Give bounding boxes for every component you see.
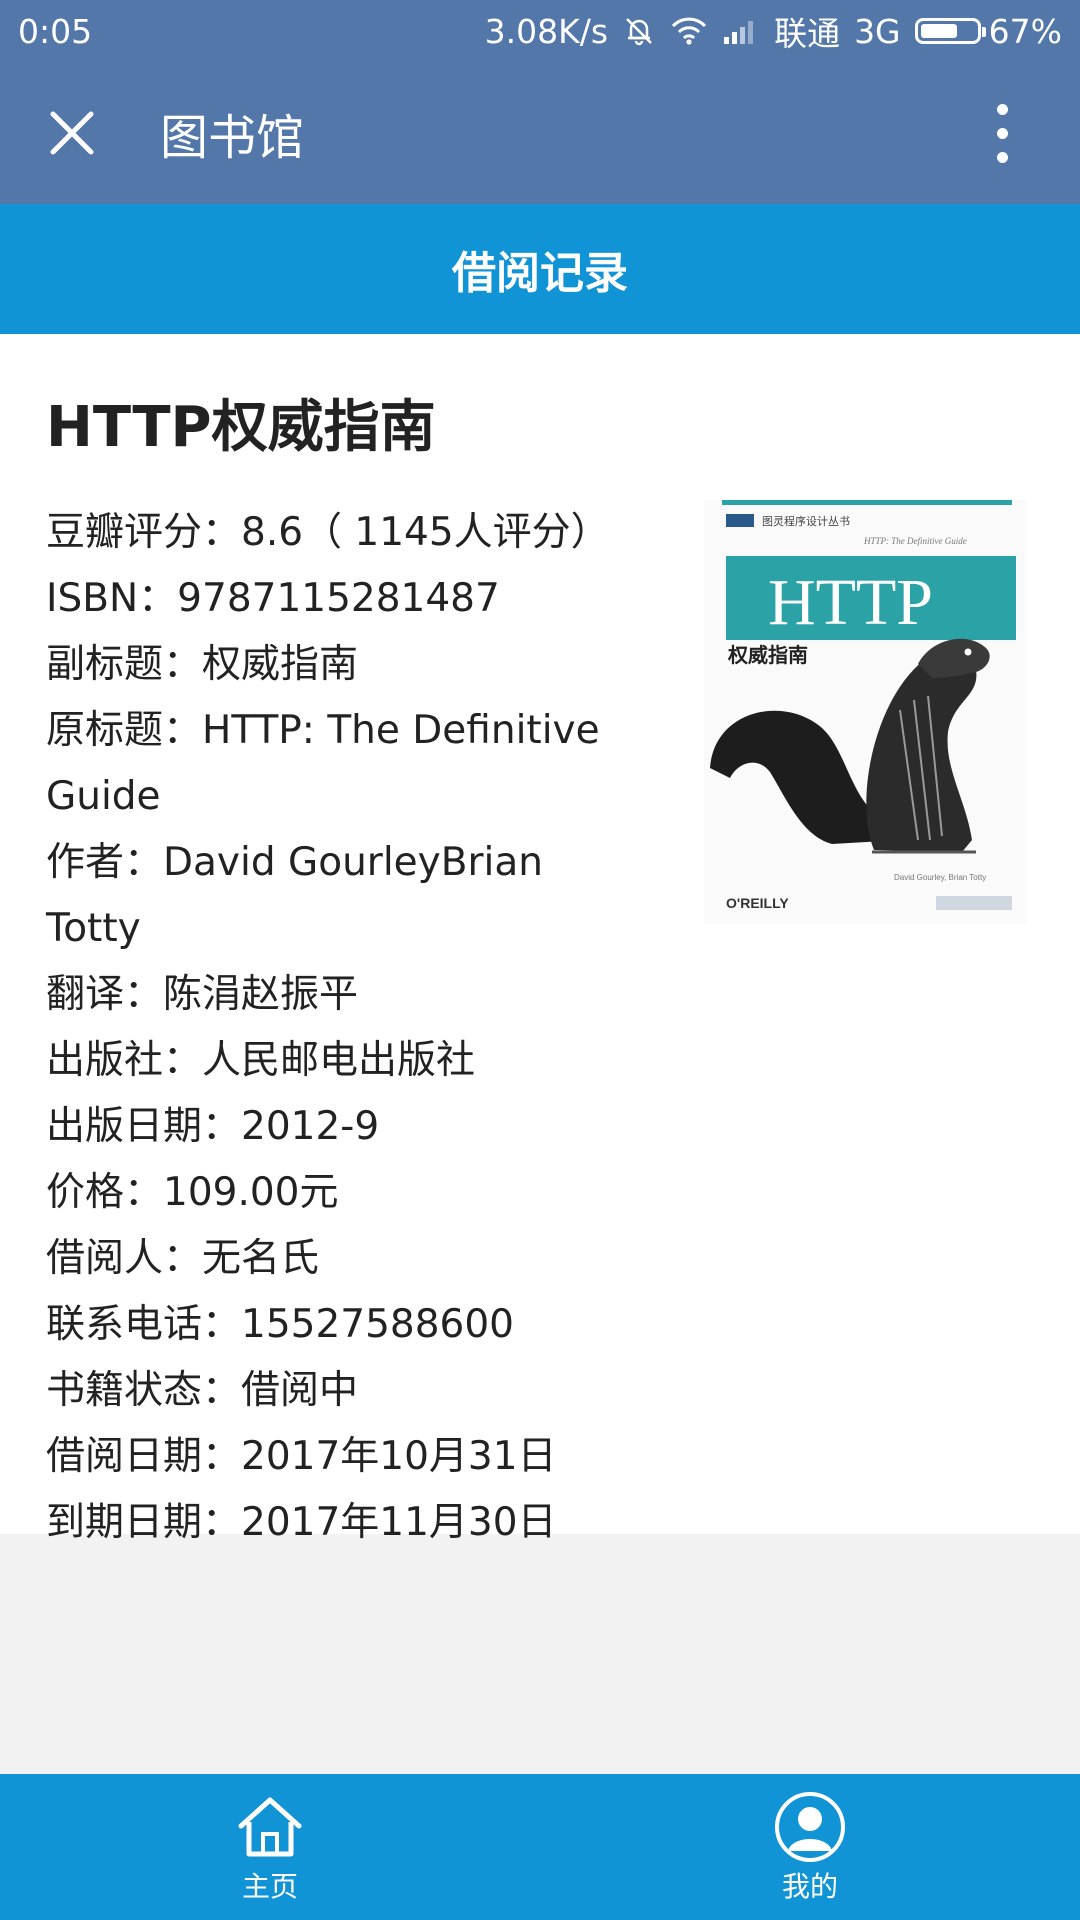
close-button[interactable] [36, 97, 108, 169]
network-speed: 3.08K/s [484, 11, 609, 51]
signal-icon [722, 17, 760, 45]
info-subtitle: 副标题：权威指南 [46, 642, 359, 687]
mute-bell-icon [622, 14, 656, 48]
battery-percent: 67% [988, 11, 1062, 51]
more-button[interactable] [972, 93, 1032, 173]
status-time: 0:05 [18, 11, 93, 51]
info-due-date: 到期日期：2017年11月30日 [46, 1500, 557, 1545]
cover-subtitle-en: HTTP: The Definitive Guide [863, 536, 967, 546]
battery-fill [920, 24, 957, 38]
user-icon [775, 1792, 845, 1862]
book-title: HTTP权威指南 [46, 395, 436, 460]
info-publish-date: 出版日期：2012-9 [46, 1104, 380, 1149]
app-title: 图书馆 [160, 110, 305, 166]
network-type: 3G [854, 11, 901, 51]
status-bar: 0:05 3.08K/s 联通 3G 67% [0, 0, 1080, 62]
info-borrower: 借阅人：无名氏 [46, 1236, 320, 1281]
status-right: 3.08K/s 联通 3G 67% [485, 7, 1062, 55]
battery-icon [914, 18, 986, 44]
carrier-name: 联通 [774, 14, 841, 53]
info-status: 书籍状态：借阅中 [46, 1368, 359, 1413]
home-icon [238, 1797, 302, 1857]
tab-profile[interactable]: 我的 [540, 1774, 1080, 1920]
book-card: HTTP权威指南 豆瓣评分：8.6（ 1145人评分） ISBN：9787115… [0, 334, 1080, 1545]
tab-profile-label: 我的 [781, 1870, 838, 1903]
info-translator: 翻译：陈涓赵振平 [46, 972, 359, 1017]
section-header: 借阅记录 [0, 204, 1080, 334]
wifi-icon [670, 16, 708, 46]
info-publisher: 出版社：人民邮电出版社 [46, 1038, 476, 1083]
bottom-tab-bar: 主页 我的 [0, 1774, 1080, 1920]
tab-home-label: 主页 [241, 1870, 298, 1903]
close-icon [50, 111, 94, 155]
more-vertical-icon [996, 103, 1008, 115]
cover-cn-title: 权威指南 [727, 643, 808, 667]
cover-publisher-logo: O'REILLY [726, 895, 789, 911]
info-phone: 联系电话：15527588600 [46, 1302, 514, 1347]
info-rating: 豆瓣评分：8.6（ 1145人评分） [46, 510, 610, 555]
info-price: 价格：109.00元 [46, 1170, 339, 1215]
svg-text:David Gourley, Brian Totty: David Gourley, Brian Totty [894, 873, 986, 882]
cover-series: 图灵程序设计丛书 [762, 514, 850, 528]
cover-word: HTTP [768, 566, 933, 639]
section-title: 借阅记录 [452, 248, 628, 299]
tab-home[interactable]: 主页 [0, 1774, 540, 1920]
book-info: 豆瓣评分：8.6（ 1145人评分） ISBN：9787115281487 副标… [46, 500, 646, 1556]
info-borrow-date: 借阅日期：2017年10月31日 [46, 1434, 557, 1479]
book-cover: 图灵程序设计丛书 HTTP: The Definitive Guide HTTP… [704, 500, 1026, 924]
info-isbn: ISBN：9787115281487 [46, 576, 500, 621]
info-original-title: 原标题：HTTP: The Definitive Guide [46, 708, 600, 819]
info-author: 作者：David GourleyBrian Totty [46, 840, 543, 951]
battery-indicator: 67% [914, 11, 1062, 51]
title-bar: 图书馆 [0, 62, 1080, 204]
